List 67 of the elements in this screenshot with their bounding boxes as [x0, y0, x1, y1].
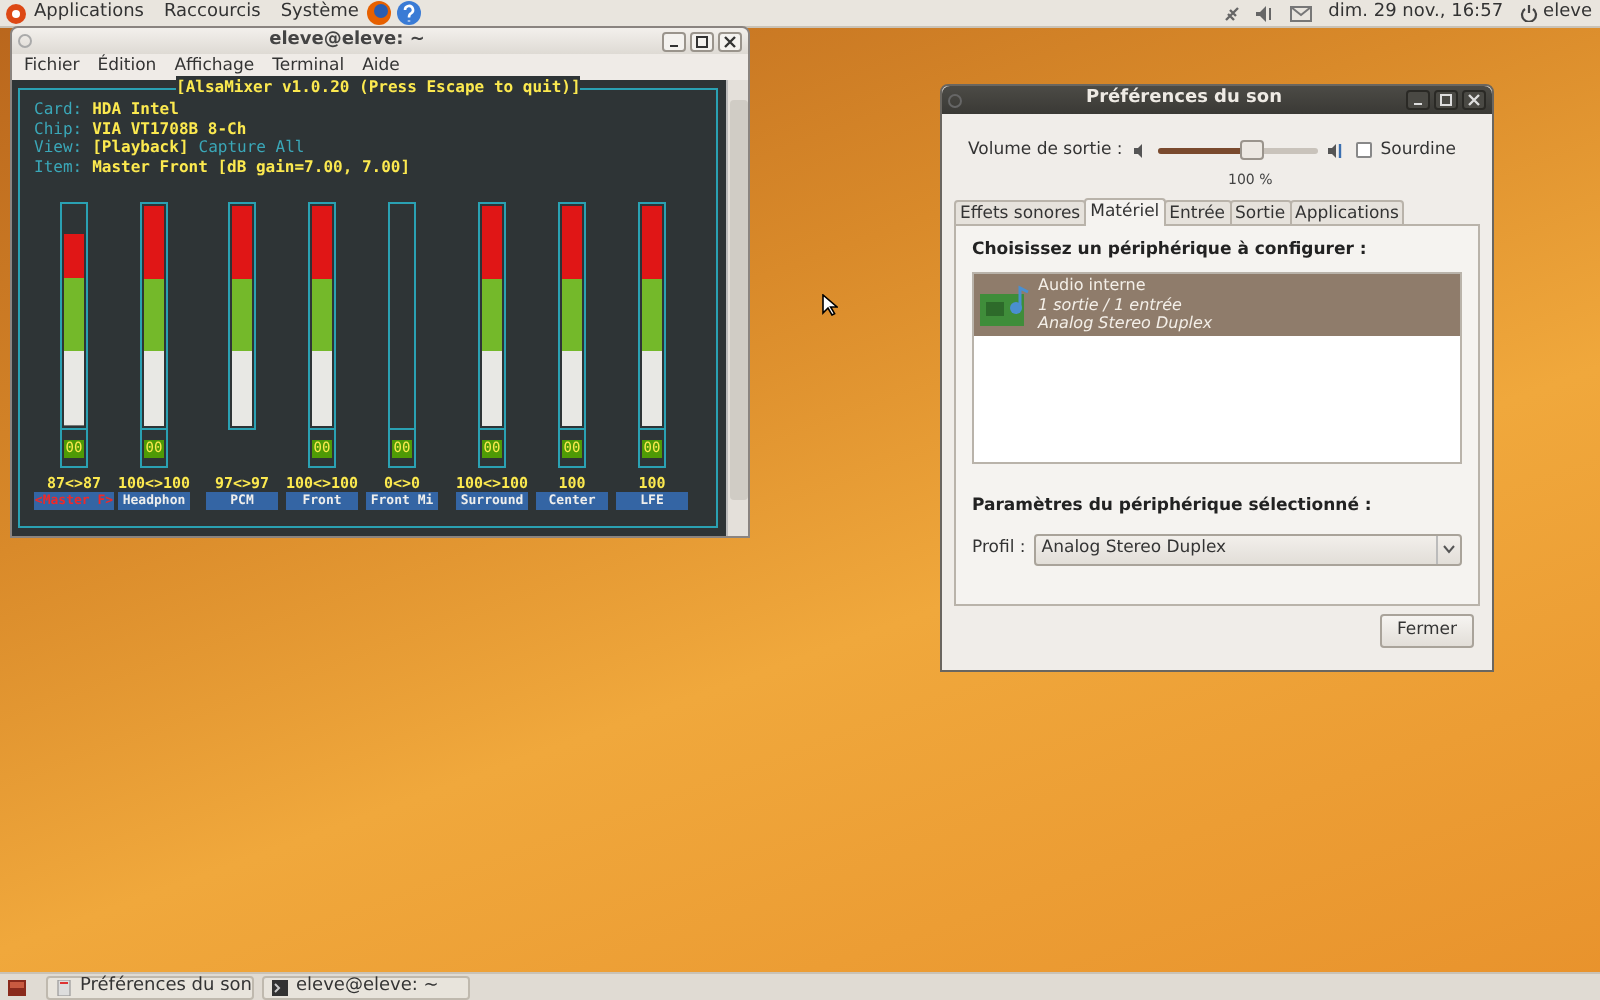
- mute-label: Sourdine: [1380, 138, 1456, 164]
- tab[interactable]: Sortie: [1229, 200, 1292, 227]
- info-label: Card:: [34, 100, 83, 119]
- device-row[interactable]: Audio interne 1 sortie / 1 entrée Analog Stereo Duplex: [974, 274, 1460, 336]
- info-label: View:: [34, 138, 83, 157]
- info-value: [Playback]: [92, 138, 189, 157]
- tab[interactable]: Effets sonores: [954, 200, 1087, 227]
- menu-item[interactable]: Affichage: [174, 54, 255, 80]
- section-heading: Choisissez un périphérique à configurer :: [972, 238, 1369, 264]
- profile-label: Profil :: [972, 536, 1026, 563]
- mixer-title: [AlsaMixer v1.0.20 (Press Escape to quit)]: [176, 76, 581, 100]
- tab[interactable]: Matériel: [1084, 198, 1166, 227]
- menu-item[interactable]: Terminal: [272, 54, 345, 80]
- slider-thumb[interactable]: [1239, 140, 1264, 161]
- close-icon: [722, 33, 738, 49]
- info-value: HDA Intel: [92, 100, 179, 119]
- sound-card-icon: [978, 283, 1030, 327]
- mouse-pointer-icon: [822, 294, 838, 316]
- section-heading: Paramètres du périphérique sélectionné :: [972, 494, 1374, 520]
- device-name: Audio interne: [1038, 276, 1148, 296]
- volume-slider[interactable]: [1158, 140, 1319, 161]
- menu-item[interactable]: Applications: [34, 0, 144, 27]
- power-icon: [1519, 4, 1538, 22]
- close-icon: [1466, 92, 1482, 108]
- caret-icon: [1442, 544, 1456, 555]
- document-icon: [56, 979, 72, 995]
- user-name[interactable]: eleve: [1543, 0, 1592, 27]
- mail-icon: [1290, 5, 1313, 21]
- network-icon: [1222, 3, 1243, 23]
- info-value: VIA VT1708B 8-Ch: [92, 119, 247, 138]
- info-option: Capture All: [198, 138, 305, 157]
- maximize-button[interactable]: [1434, 90, 1458, 110]
- info-value: Master Front [dB gain=7.00, 7.00]: [92, 157, 411, 176]
- menu-item[interactable]: Édition: [97, 54, 157, 80]
- info-label: Item:: [34, 157, 83, 176]
- device-detail: 1 sortie / 1 entrée: [1038, 295, 1184, 315]
- menu-item[interactable]: Système: [280, 0, 359, 27]
- clock[interactable]: dim. 29 nov., 16:57: [1328, 0, 1504, 27]
- minimize-button[interactable]: [662, 31, 686, 51]
- window-title: Préférences du son: [1084, 86, 1284, 113]
- show-desktop-icon: [8, 979, 26, 995]
- maximize-icon: [694, 33, 710, 49]
- close-button[interactable]: [1462, 90, 1486, 110]
- minimize-button[interactable]: [1406, 90, 1430, 110]
- logo-icon: [4, 1, 28, 25]
- taskbar-button[interactable]: Préférences du son: [46, 975, 254, 999]
- menu-item[interactable]: Aide: [362, 54, 400, 80]
- browser-icon: [366, 0, 393, 26]
- info-label: Chip:: [34, 119, 83, 138]
- speaker-high-icon: [1326, 141, 1347, 160]
- maximize-icon: [1438, 92, 1454, 108]
- speaker-icon: [1254, 3, 1275, 23]
- help-icon: [396, 0, 423, 26]
- menu-item[interactable]: Fichier: [24, 54, 80, 80]
- menu-item[interactable]: Raccourcis: [163, 0, 261, 27]
- window-title: eleve@eleve: ~: [267, 27, 427, 54]
- device-profile: Analog Stereo Duplex: [1038, 314, 1213, 334]
- tab[interactable]: Applications: [1289, 200, 1405, 227]
- volume-label: Volume de sortie :: [968, 138, 1123, 164]
- scrollbar[interactable]: [726, 80, 748, 536]
- taskbar-button[interactable]: eleve@eleve: ~: [262, 975, 470, 999]
- maximize-button[interactable]: [690, 31, 714, 51]
- profile-dropdown[interactable]: Analog Stereo Duplex: [1033, 533, 1462, 566]
- terminal-icon: [272, 979, 288, 995]
- mute-checkbox[interactable]: [1356, 142, 1373, 159]
- close-dialog-button[interactable]: Fermer: [1380, 614, 1474, 649]
- close-button[interactable]: [718, 31, 742, 51]
